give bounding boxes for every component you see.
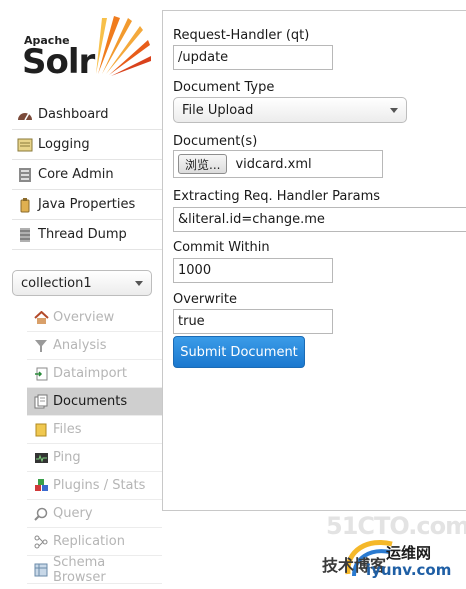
documents-icon (33, 394, 49, 410)
watermark: 51CTO.com 运维网 技术博客 iyunv.com (318, 512, 466, 589)
core-menu: Overview Analysis Dataimport Documents F… (27, 304, 162, 585)
import-icon (33, 366, 49, 382)
sidebar: Apache Solr Dashboard Logging Core Admin… (0, 0, 162, 589)
core-selector[interactable]: collection1 (12, 270, 152, 296)
documents-label: Document(s) (173, 134, 258, 149)
menu-core-admin-label: Core Admin (38, 167, 114, 182)
document-type-value: File Upload (182, 102, 254, 118)
core-menu-analysis-label: Analysis (53, 338, 107, 353)
submit-document-button[interactable]: Submit Document (173, 336, 305, 368)
core-admin-icon (16, 166, 34, 184)
menu-logging[interactable]: Logging (12, 130, 162, 160)
core-menu-files-label: Files (53, 422, 82, 437)
core-menu-documents-label: Documents (53, 394, 128, 409)
ping-icon (33, 450, 49, 466)
solr-logo[interactable]: Apache Solr (22, 14, 157, 84)
core-menu-documents[interactable]: Documents (27, 388, 162, 416)
file-input[interactable]: 浏览... vidcard.xml (173, 150, 383, 178)
core-menu-overview-label: Overview (53, 310, 115, 325)
menu-dashboard[interactable]: Dashboard (12, 100, 162, 130)
folder-icon (33, 422, 49, 438)
replication-icon (33, 534, 49, 550)
logo-solr-text: Solr (22, 42, 95, 82)
core-menu-files[interactable]: Files (27, 416, 162, 444)
watermark-domain: iyunv.com (366, 561, 452, 579)
menu-core-admin[interactable]: Core Admin (12, 160, 162, 190)
java-properties-icon (16, 196, 34, 214)
overwrite-label: Overwrite (173, 292, 237, 307)
core-menu-analysis[interactable]: Analysis (27, 332, 162, 360)
schema-icon (33, 562, 49, 578)
menu-thread-dump-label: Thread Dump (38, 227, 127, 242)
core-menu-ping[interactable]: Ping (27, 444, 162, 472)
funnel-icon (33, 338, 49, 354)
overwrite-input[interactable]: true (173, 309, 333, 334)
core-menu-replication[interactable]: Replication (27, 528, 162, 556)
menu-java-properties[interactable]: Java Properties (12, 190, 162, 220)
core-menu-overview[interactable]: Overview (27, 304, 162, 332)
file-name: vidcard.xml (235, 156, 312, 172)
core-menu-schema-browser[interactable]: Schema Browser (27, 554, 162, 585)
plugins-icon (33, 478, 49, 494)
core-menu-plugins-stats-label: Plugins / Stats (53, 478, 146, 493)
menu-dashboard-label: Dashboard (38, 107, 109, 122)
dashboard-icon (16, 106, 34, 124)
core-menu-dataimport-label: Dataimport (53, 366, 127, 381)
core-selector-value: collection1 (21, 275, 92, 291)
watermark-tag: 运维网 (386, 544, 432, 562)
document-type-label: Document Type (173, 80, 275, 95)
core-menu-plugins-stats[interactable]: Plugins / Stats (27, 472, 162, 500)
request-handler-label: Request-Handler (qt) (173, 28, 310, 43)
core-menu-query[interactable]: Query (27, 500, 162, 528)
menu-thread-dump[interactable]: Thread Dump (12, 220, 162, 250)
menu-java-properties-label: Java Properties (38, 197, 136, 212)
extracting-params-input[interactable]: &literal.id=change.me (173, 207, 466, 232)
sun-logo-icon (96, 16, 151, 76)
documents-panel: Request-Handler (qt) /update Document Ty… (162, 10, 466, 511)
main-menu: Dashboard Logging Core Admin Java Proper… (12, 100, 162, 250)
core-menu-query-label: Query (53, 506, 93, 521)
commit-within-label: Commit Within (173, 240, 270, 255)
query-icon (33, 506, 49, 522)
request-handler-input[interactable]: /update (173, 45, 333, 70)
chevron-down-icon (390, 108, 398, 113)
core-menu-schema-browser-label: Schema Browser (52, 554, 106, 585)
core-menu-replication-label: Replication (53, 534, 125, 549)
extracting-params-label: Extracting Req. Handler Params (173, 189, 381, 204)
commit-within-input[interactable]: 1000 (173, 258, 333, 283)
menu-logging-label: Logging (38, 137, 90, 152)
document-type-select[interactable]: File Upload (173, 97, 407, 123)
home-icon (33, 310, 49, 326)
browse-button[interactable]: 浏览... (178, 154, 228, 174)
thread-dump-icon (16, 226, 34, 244)
core-menu-dataimport[interactable]: Dataimport (27, 360, 162, 388)
core-menu-ping-label: Ping (53, 450, 81, 465)
chevron-down-icon (135, 281, 143, 286)
logging-icon (16, 136, 34, 154)
